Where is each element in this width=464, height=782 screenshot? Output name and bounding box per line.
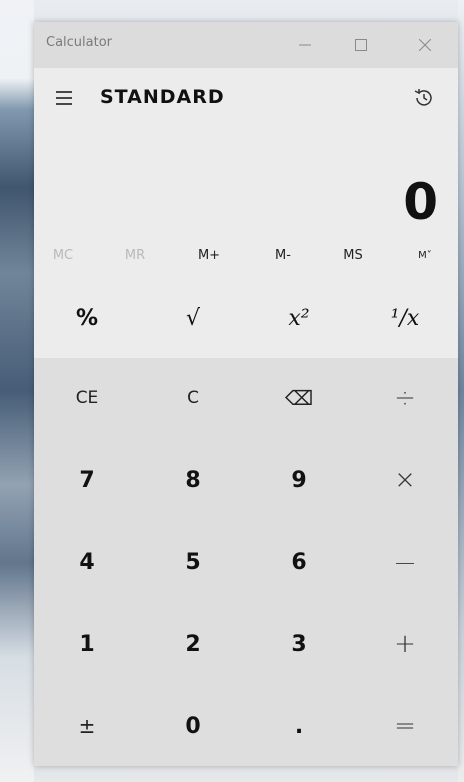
title-bar[interactable]: Calculator: [34, 22, 458, 68]
navigation-menu-button[interactable]: [54, 88, 74, 108]
digit-8-button[interactable]: 8: [140, 440, 246, 520]
display-value: 0: [403, 173, 438, 231]
clear-button[interactable]: C: [140, 358, 246, 438]
digit-6-button[interactable]: 6: [246, 522, 352, 602]
digit-2-button[interactable]: 2: [140, 604, 246, 684]
digit-5-button[interactable]: 5: [140, 522, 246, 602]
digit-7-button[interactable]: 7: [34, 440, 140, 520]
desktop-background-left: [0, 0, 34, 782]
clear-entry-button[interactable]: CE: [34, 358, 140, 438]
square-button[interactable]: x²: [246, 278, 352, 358]
desktop-background-right: [458, 0, 464, 782]
history-button[interactable]: [412, 86, 436, 110]
mode-title: STANDARD: [100, 86, 225, 108]
memory-store-button[interactable]: MS: [328, 248, 378, 263]
subtract-button[interactable]: —: [352, 522, 458, 602]
memory-recall-button[interactable]: MR: [110, 248, 160, 263]
scientific-functions-row: % √ x² ¹/x: [34, 278, 458, 358]
digit-0-button[interactable]: 0: [140, 686, 246, 766]
minimize-icon: [299, 44, 311, 46]
equals-button[interactable]: =: [352, 686, 458, 766]
window-title: Calculator: [46, 35, 113, 50]
calculator-header: STANDARD: [34, 68, 458, 128]
hamburger-menu-icon: [56, 91, 72, 105]
memory-list-button[interactable]: M˅: [400, 250, 450, 261]
maximize-icon: [355, 39, 367, 51]
reciprocal-button[interactable]: ¹/x: [352, 278, 458, 358]
keypad: CE C ⌫ ÷ 7 8 9 × 4 5 6 — 1 2 3 + ± 0 . =: [34, 358, 458, 766]
decimal-button[interactable]: .: [246, 686, 352, 766]
digit-1-button[interactable]: 1: [34, 604, 140, 684]
memory-clear-button[interactable]: MC: [38, 248, 88, 263]
history-icon: [414, 89, 432, 106]
digit-3-button[interactable]: 3: [246, 604, 352, 684]
backspace-button[interactable]: ⌫: [246, 358, 352, 438]
maximize-button[interactable]: [338, 22, 384, 68]
add-button[interactable]: +: [352, 604, 458, 684]
divide-button[interactable]: ÷: [352, 358, 458, 438]
memory-subtract-button[interactable]: M-: [258, 248, 308, 263]
memory-add-button[interactable]: M+: [184, 248, 234, 263]
square-root-button[interactable]: √: [140, 278, 246, 358]
multiply-button[interactable]: ×: [352, 440, 458, 520]
minimize-button[interactable]: [282, 22, 328, 68]
calculator-window: Calculator STANDARD 0 MC MR M+ M- MS M˅ …: [34, 22, 458, 766]
digit-9-button[interactable]: 9: [246, 440, 352, 520]
percent-button[interactable]: %: [34, 278, 140, 358]
digit-4-button[interactable]: 4: [34, 522, 140, 602]
negate-button[interactable]: ±: [34, 686, 140, 766]
close-button[interactable]: [402, 22, 448, 68]
close-icon: [419, 39, 431, 51]
memory-row: MC MR M+ M- MS M˅: [34, 234, 458, 279]
